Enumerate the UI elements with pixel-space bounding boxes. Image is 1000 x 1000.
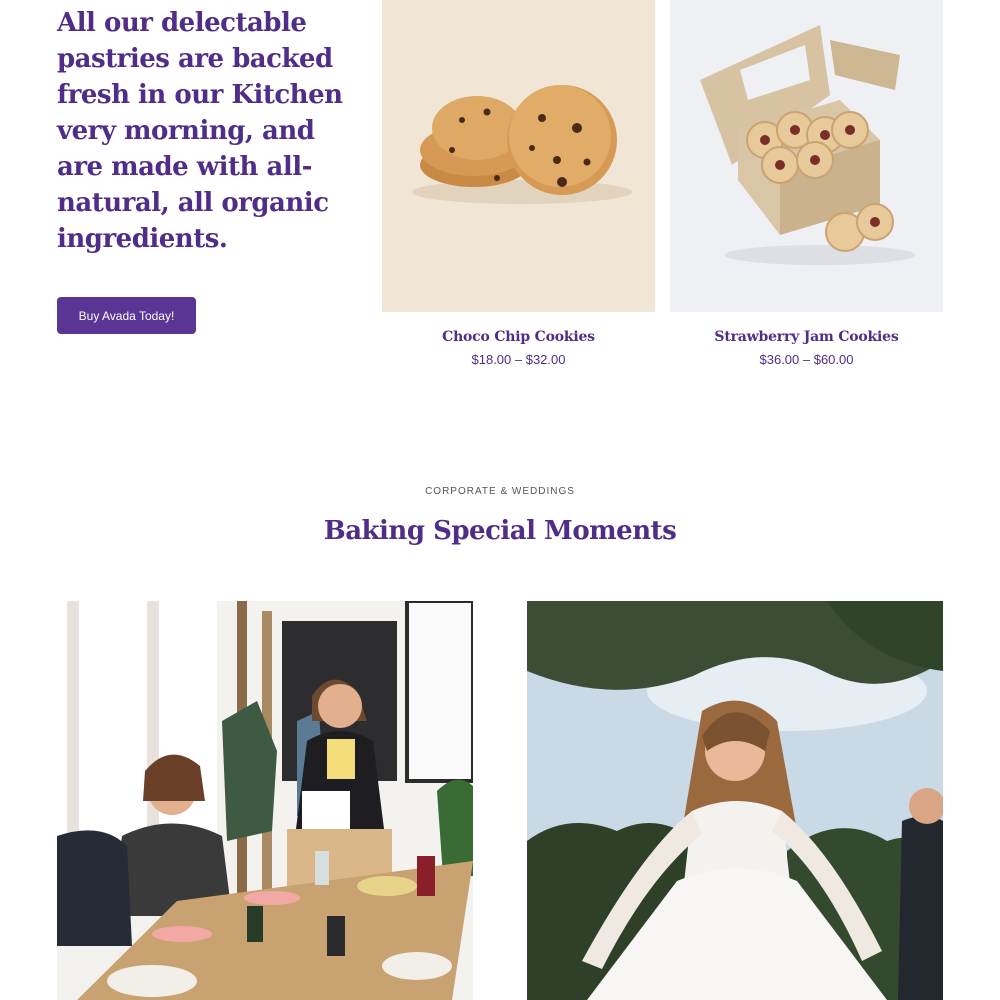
jam-cookies-box-image[interactable] bbox=[670, 0, 943, 312]
section-title: Baking Special Moments bbox=[323, 516, 677, 546]
corporate-meeting-photo[interactable] bbox=[57, 601, 473, 1000]
choco-chip-cookies-image[interactable] bbox=[382, 0, 655, 312]
product-price: $36.00 – $60.00 bbox=[759, 352, 854, 367]
hero-headline: All our delectable pastries are backed f… bbox=[57, 8, 343, 254]
product-card-choco-chip[interactable]: Choco Chip Cookies $18.00 – $32.00 bbox=[382, 0, 655, 367]
product-price: $18.00 – $32.00 bbox=[471, 352, 566, 367]
section-eyebrow: CORPORATE & WEDDINGS bbox=[425, 486, 575, 497]
product-name[interactable]: Strawberry Jam Cookies bbox=[670, 329, 943, 345]
buy-avada-button[interactable]: Buy Avada Today! bbox=[57, 297, 196, 334]
product-card-strawberry-jam[interactable]: Strawberry Jam Cookies $36.00 – $60.00 bbox=[670, 0, 943, 367]
wedding-bride-photo[interactable] bbox=[527, 601, 943, 1000]
product-name[interactable]: Choco Chip Cookies bbox=[382, 329, 655, 345]
